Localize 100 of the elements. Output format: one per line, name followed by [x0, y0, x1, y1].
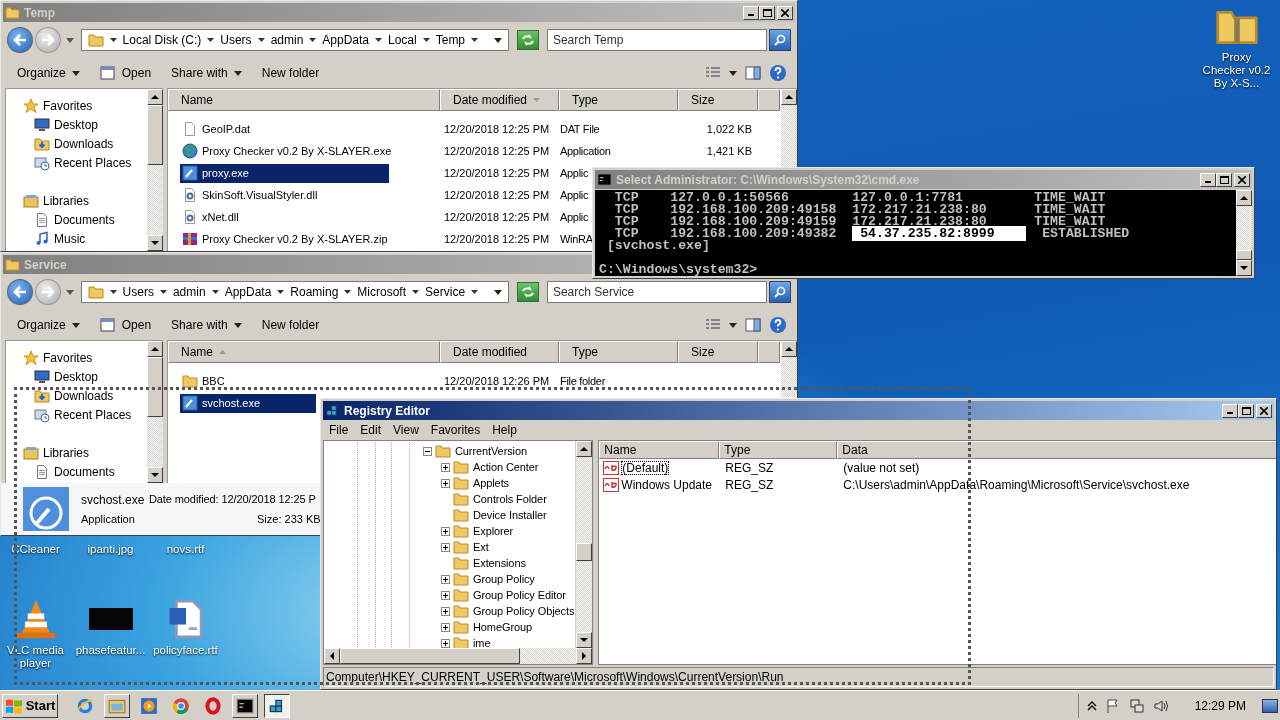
- nav-item[interactable]: Downloads: [6, 386, 147, 405]
- minimize-button[interactable]: [1222, 403, 1238, 418]
- column-header[interactable]: Type: [559, 341, 678, 363]
- column-header[interactable]: [758, 89, 780, 111]
- search-field[interactable]: Search Service: [546, 281, 768, 303]
- arrow-up-icon[interactable]: [580, 445, 589, 453]
- column-header[interactable]: Name: [168, 341, 440, 363]
- tree-item[interactable]: CurrentVersion: [454, 445, 528, 457]
- address-bar[interactable]: Local Disk (C:) Users admin AppData Local Temp: [80, 29, 510, 51]
- menu-item[interactable]: Edit: [354, 423, 388, 437]
- arrow-up-icon[interactable]: [785, 345, 793, 353]
- arrow-left-icon[interactable]: [328, 652, 336, 660]
- caret-icon[interactable]: [422, 38, 430, 42]
- file-name[interactable]: BBC: [180, 371, 227, 391]
- breadcrumb[interactable]: Local Disk (C:): [122, 33, 202, 47]
- breadcrumb[interactable]: Roaming: [290, 285, 339, 299]
- value-name[interactable]: Windows Update: [621, 477, 713, 492]
- preview-pane-button[interactable]: [745, 66, 761, 80]
- column-header[interactable]: Data: [837, 441, 1276, 459]
- scrollbar[interactable]: [1236, 190, 1252, 276]
- nav-item[interactable]: Documents: [6, 210, 147, 229]
- nav-item[interactable]: Recent Places: [6, 153, 147, 172]
- caret-icon[interactable]: [309, 38, 317, 42]
- arrow-right-icon[interactable]: [580, 652, 589, 660]
- start-button[interactable]: Start: [2, 693, 58, 718]
- close-button[interactable]: [777, 5, 793, 20]
- toolbar-button[interactable]: Organize: [11, 61, 86, 85]
- nav-item[interactable]: Desktop: [6, 115, 147, 134]
- value-name[interactable]: (Default): [621, 460, 670, 475]
- file-name[interactable]: xNet.dll: [180, 207, 241, 227]
- search-button[interactable]: [769, 29, 791, 51]
- help-button[interactable]: [769, 64, 787, 82]
- tree-item[interactable]: Action Center: [472, 461, 540, 473]
- column-header[interactable]: Size: [678, 341, 758, 363]
- expand-icon[interactable]: [441, 638, 450, 648]
- caret-icon[interactable]: [211, 290, 219, 294]
- column-header[interactable]: [758, 341, 780, 363]
- view-options-button[interactable]: [705, 66, 721, 80]
- tree-item[interactable]: Group Policy Objects: [472, 605, 576, 617]
- tree-item[interactable]: Explorer: [472, 525, 515, 537]
- breadcrumb[interactable]: Service: [425, 285, 466, 299]
- refresh-button[interactable]: [517, 282, 539, 302]
- arrow-up-icon[interactable]: [151, 93, 159, 101]
- column-header[interactable]: Type: [559, 89, 678, 111]
- caret-icon[interactable]: [494, 289, 503, 295]
- expand-icon[interactable]: [441, 462, 450, 472]
- file-name[interactable]: svchost.exe: [180, 393, 317, 413]
- scrollbar[interactable]: [147, 89, 163, 251]
- scroll-thumb[interactable]: [1236, 250, 1252, 260]
- toolbar-button[interactable]: Open: [93, 61, 158, 85]
- toolbar-button[interactable]: Organize: [11, 313, 86, 337]
- breadcrumb[interactable]: admin: [270, 33, 304, 47]
- file-name[interactable]: Proxy Checker v0.2 By X-SLAYER.exe: [180, 141, 394, 161]
- expand-icon[interactable]: [441, 542, 450, 552]
- scrollbar[interactable]: [147, 341, 163, 483]
- tree-item[interactable]: Extensions: [472, 557, 527, 569]
- column-header[interactable]: Name: [599, 441, 720, 459]
- breadcrumb[interactable]: admin: [172, 285, 206, 299]
- nav-item[interactable]: Music: [6, 229, 147, 248]
- tree-item[interactable]: ime: [472, 637, 492, 648]
- file-name[interactable]: GeoIP.dat: [180, 119, 253, 139]
- caret-icon[interactable]: [375, 38, 382, 42]
- caret-icon[interactable]: [471, 290, 479, 294]
- caret-icon[interactable]: [207, 38, 215, 42]
- minimize-button[interactable]: [743, 5, 759, 20]
- caret-icon[interactable]: [277, 290, 285, 294]
- search-field[interactable]: Search Temp: [546, 29, 768, 51]
- menu-item[interactable]: View: [387, 423, 425, 437]
- expand-icon[interactable]: [441, 622, 450, 632]
- nav-item[interactable]: Downloads: [6, 134, 147, 153]
- breadcrumb[interactable]: AppData: [224, 285, 272, 299]
- preview-pane-button[interactable]: [745, 318, 761, 332]
- flag-icon[interactable]: [1104, 697, 1121, 714]
- arrow-up-icon[interactable]: [785, 93, 793, 101]
- nav-item[interactable]: Documents: [6, 462, 147, 481]
- arrow-up-icon[interactable]: [151, 345, 159, 353]
- show-desktop-button[interactable]: [1262, 698, 1278, 713]
- nav-item[interactable]: Libraries: [6, 191, 147, 210]
- nav-item[interactable]: Desktop: [6, 367, 147, 386]
- arrow-down-icon[interactable]: [151, 239, 159, 247]
- nav-item[interactable]: Favorites: [6, 96, 147, 115]
- scrollbar[interactable]: [575, 441, 593, 648]
- tree-item[interactable]: Device Installer: [472, 509, 548, 521]
- expand-icon[interactable]: [441, 606, 450, 616]
- chevron-up-icon[interactable]: [1086, 700, 1097, 711]
- close-button[interactable]: [1256, 403, 1272, 418]
- tree-item[interactable]: Controls Folder: [472, 493, 548, 505]
- tree-item[interactable]: Group Policy Editor: [472, 589, 567, 601]
- view-menu-button[interactable]: [729, 70, 737, 76]
- toolbar-button[interactable]: Share with: [165, 313, 248, 337]
- expand-icon[interactable]: [441, 574, 450, 584]
- column-header[interactable]: Type: [719, 441, 838, 459]
- caret-icon[interactable]: [109, 38, 117, 42]
- clock[interactable]: 12:29 PM: [1194, 698, 1246, 713]
- volume-icon[interactable]: [1152, 697, 1169, 714]
- network-icon[interactable]: [1128, 697, 1145, 714]
- close-button[interactable]: [1234, 172, 1250, 187]
- file-name[interactable]: proxy.exe: [180, 163, 389, 183]
- toolbar-button[interactable]: New folder: [255, 313, 326, 337]
- column-header[interactable]: Date modified: [440, 341, 559, 363]
